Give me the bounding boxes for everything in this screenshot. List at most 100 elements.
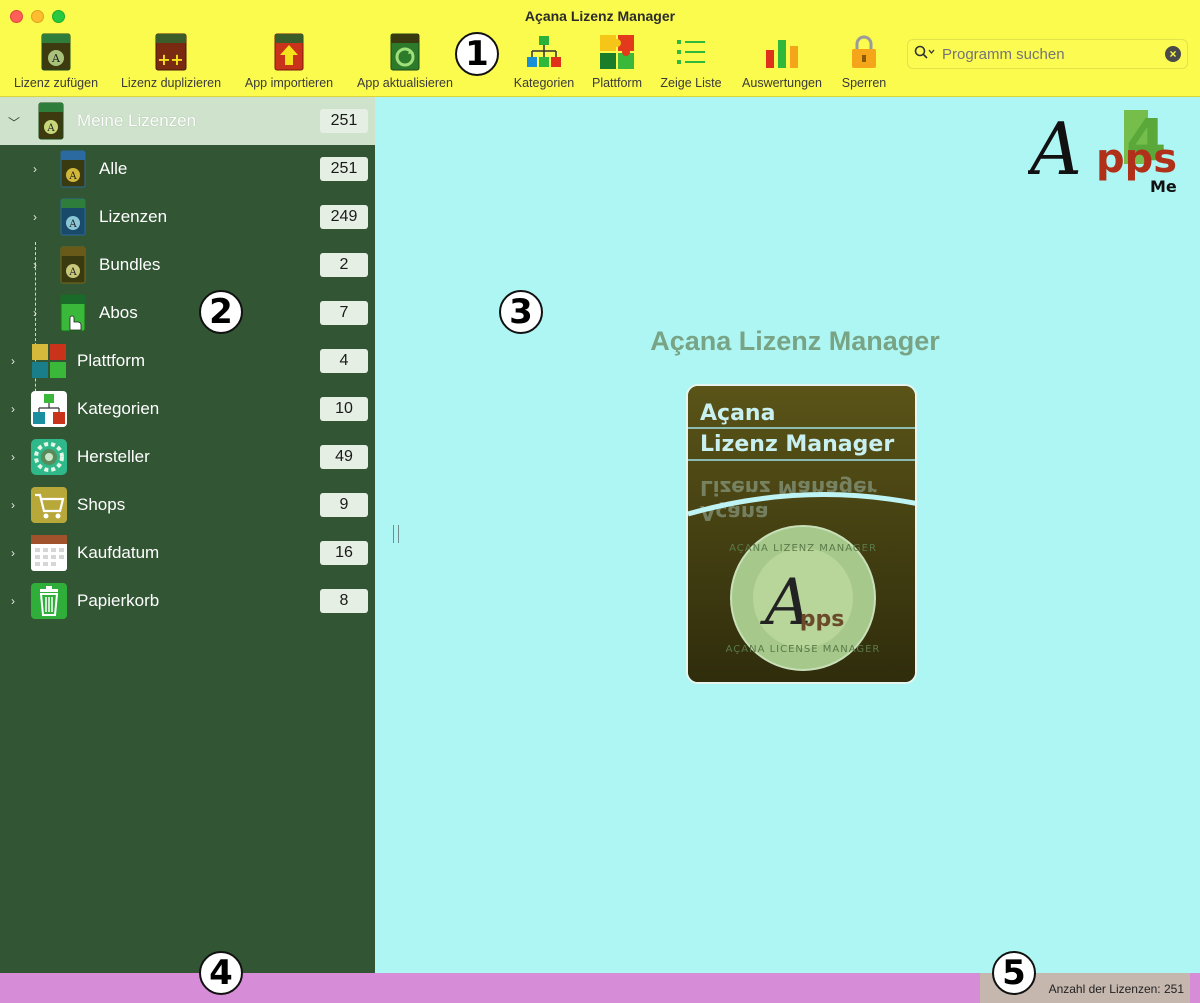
license-box-icon: A bbox=[32, 102, 70, 140]
chevron-right-icon[interactable]: › bbox=[33, 162, 37, 176]
sidebar-item-meine-lizenzen[interactable]: ﹀ A Meine Lizenzen 251 bbox=[0, 97, 375, 145]
categories-button[interactable]: Kategorien bbox=[509, 32, 579, 90]
toolbar: Açana Lizenz Manager A Lizenz zufügen + … bbox=[0, 0, 1200, 97]
toolbar-label: Plattform bbox=[591, 76, 642, 90]
count-badge: 4 bbox=[320, 349, 368, 373]
count-badge: 251 bbox=[320, 109, 368, 133]
license-box-icon: A bbox=[54, 198, 92, 236]
svg-text:A: A bbox=[68, 171, 77, 182]
search-field[interactable]: × bbox=[907, 39, 1188, 69]
chevron-right-icon[interactable]: › bbox=[33, 258, 37, 272]
sidebar-item-kategorien[interactable]: › Kategorien 10 bbox=[0, 385, 375, 433]
toolbar-label: Zeige Liste bbox=[660, 76, 722, 90]
categories-hierarchy-icon bbox=[30, 390, 68, 428]
sidebar-item-shops[interactable]: › Shops 9 bbox=[0, 481, 375, 529]
count-badge: 10 bbox=[320, 397, 368, 421]
svg-text:AÇANA LIZENZ MANAGER: AÇANA LIZENZ MANAGER bbox=[729, 543, 877, 554]
sidebar-item-plattform[interactable]: › Plattform 4 bbox=[0, 337, 375, 385]
sidebar-item-papierkorb[interactable]: › Papierkorb 8 bbox=[0, 577, 375, 625]
window-title: Açana Lizenz Manager bbox=[524, 8, 676, 24]
add-license-button[interactable]: A Lizenz zufügen bbox=[8, 32, 104, 90]
app-update-icon bbox=[385, 32, 425, 72]
sidebar-item-bundles[interactable]: › A Bundles 2 bbox=[0, 241, 375, 289]
platform-button[interactable]: Plattform bbox=[587, 32, 647, 90]
toolbar-label: Sperren bbox=[841, 76, 887, 90]
bar-chart-icon bbox=[762, 32, 802, 72]
svg-text:A: A bbox=[51, 52, 61, 65]
callout-3: 3 bbox=[499, 290, 543, 334]
sidebar-item-kaufdatum[interactable]: › Kaufdatum 16 bbox=[0, 529, 375, 577]
product-box-image: Açana Lizenz Manager Lizenz Manager Açan… bbox=[686, 384, 917, 684]
count-badge: 2 bbox=[320, 253, 368, 277]
callout-5: 5 bbox=[992, 951, 1036, 995]
svg-text:pps: pps bbox=[1096, 136, 1177, 182]
count-badge: 251 bbox=[320, 157, 368, 181]
count-badge: 249 bbox=[320, 205, 368, 229]
sidebar-item-label: Meine Lizenzen bbox=[77, 111, 197, 130]
subscription-box-icon bbox=[54, 294, 92, 332]
toolbar-label: Lizenz duplizieren bbox=[120, 76, 222, 90]
sidebar-item-lizenzen[interactable]: › A Lizenzen 249 bbox=[0, 193, 375, 241]
license-duplicate-icon: + + bbox=[151, 32, 191, 72]
calendar-icon bbox=[30, 534, 68, 572]
sidebar: ﹀ A Meine Lizenzen 251 › A Alle 251 › A … bbox=[0, 97, 375, 973]
chevron-down-icon[interactable]: ﹀ bbox=[8, 114, 20, 131]
chevron-right-icon[interactable]: › bbox=[11, 546, 15, 560]
callout-2: 2 bbox=[199, 290, 243, 334]
sidebar-item-label: Bundles bbox=[99, 255, 161, 274]
chevron-right-icon[interactable]: › bbox=[33, 306, 37, 320]
chevron-right-icon[interactable]: › bbox=[33, 210, 37, 224]
sidebar-item-label: Papierkorb bbox=[77, 591, 160, 610]
trash-icon bbox=[30, 582, 68, 620]
split-view-divider[interactable] bbox=[393, 525, 399, 543]
sidebar-item-hersteller[interactable]: › Hersteller 49 bbox=[0, 433, 375, 481]
sidebar-item-label: Shops bbox=[77, 495, 126, 514]
sidebar-item-alle[interactable]: › A Alle 251 bbox=[0, 145, 375, 193]
svg-text:Lizenz Manager: Lizenz Manager bbox=[700, 432, 894, 457]
toolbar-label: Auswertungen bbox=[742, 76, 822, 90]
license-box-icon: A bbox=[54, 246, 92, 284]
svg-text:AÇANA LICENSE MANAGER: AÇANA LICENSE MANAGER bbox=[726, 644, 881, 655]
clear-search-icon[interactable]: × bbox=[1165, 46, 1181, 62]
shopping-cart-icon bbox=[30, 486, 68, 524]
chevron-right-icon[interactable]: › bbox=[11, 402, 15, 416]
toolbar-label: Lizenz zufügen bbox=[13, 76, 99, 90]
update-app-button[interactable]: App aktualisieren bbox=[350, 32, 460, 90]
chevron-right-icon[interactable]: › bbox=[11, 354, 15, 368]
license-box-icon: A bbox=[54, 150, 92, 188]
reports-button[interactable]: Auswertungen bbox=[735, 32, 829, 90]
toolbar-label: App importieren bbox=[244, 76, 334, 90]
sidebar-item-abos[interactable]: › Abos 7 bbox=[0, 289, 375, 337]
sidebar-item-label: Kaufdatum bbox=[77, 543, 160, 562]
count-badge: 8 bbox=[320, 589, 368, 613]
count-badge: 9 bbox=[320, 493, 368, 517]
sidebar-item-label: Plattform bbox=[77, 351, 146, 370]
sidebar-item-label: Kategorien bbox=[77, 399, 160, 418]
svg-text:pps: pps bbox=[800, 607, 845, 632]
svg-text:A: A bbox=[1028, 107, 1082, 191]
duplicate-license-button[interactable]: + + Lizenz duplizieren bbox=[114, 32, 228, 90]
show-list-button[interactable]: Zeige Liste bbox=[655, 32, 727, 90]
manufacturer-gear-icon bbox=[30, 438, 68, 476]
sidebar-item-label: Alle bbox=[99, 159, 128, 178]
callout-1: 1 bbox=[455, 32, 499, 76]
svg-text:+: + bbox=[170, 50, 183, 69]
import-app-button[interactable]: App importieren bbox=[238, 32, 340, 90]
toolbar-label: Kategorien bbox=[513, 76, 575, 90]
svg-text:A: A bbox=[46, 123, 55, 134]
sidebar-item-label: Lizenzen bbox=[99, 207, 168, 226]
sidebar-item-label: Hersteller bbox=[77, 447, 150, 466]
count-badge: 7 bbox=[320, 301, 368, 325]
svg-text:Me: Me bbox=[1150, 177, 1177, 196]
count-badge: 49 bbox=[320, 445, 368, 469]
sidebar-item-label: Abos bbox=[99, 303, 138, 322]
search-icon[interactable] bbox=[914, 45, 936, 64]
lock-icon bbox=[844, 32, 884, 72]
svg-text:+: + bbox=[157, 50, 170, 69]
chevron-right-icon[interactable]: › bbox=[11, 594, 15, 608]
apps4me-logo: 4 A pps Me bbox=[1024, 104, 1188, 200]
chevron-right-icon[interactable]: › bbox=[11, 450, 15, 464]
chevron-right-icon[interactable]: › bbox=[11, 498, 15, 512]
lock-button[interactable]: Sperren bbox=[836, 32, 892, 90]
search-input[interactable] bbox=[942, 45, 1165, 63]
